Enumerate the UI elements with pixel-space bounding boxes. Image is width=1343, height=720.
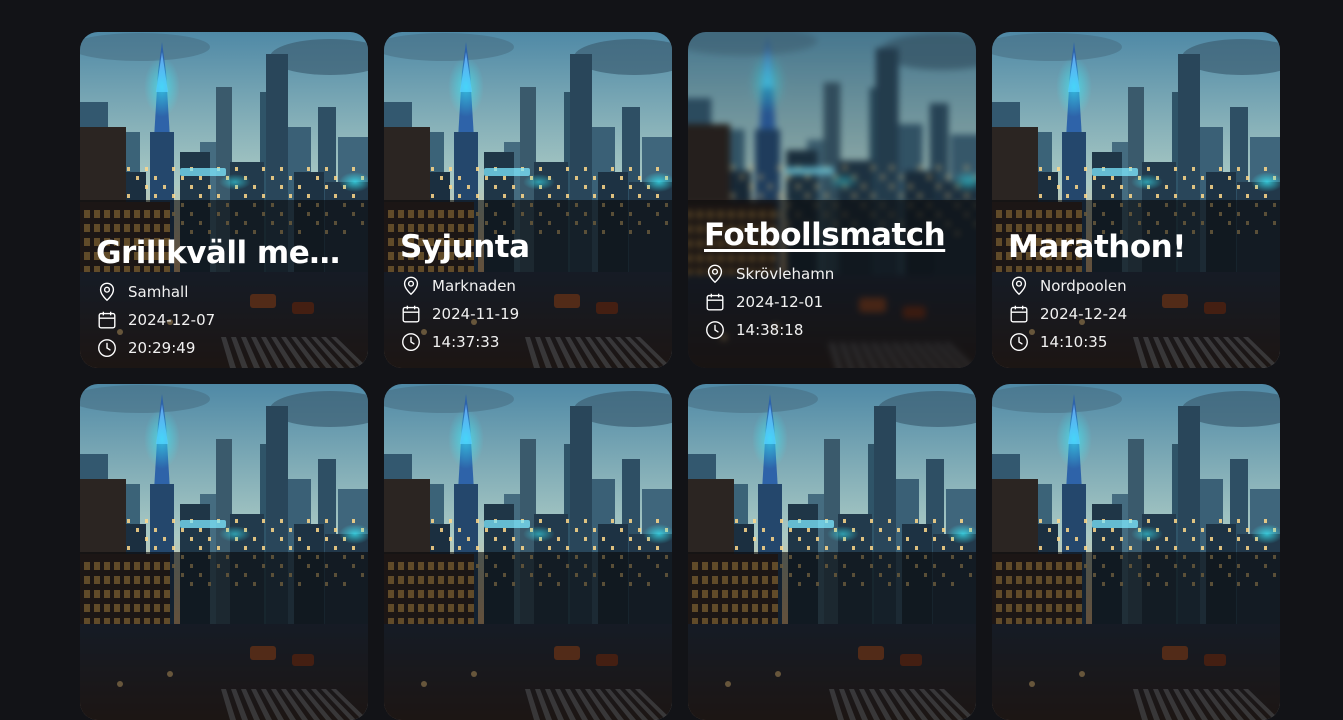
clock-icon — [1010, 333, 1028, 351]
event-time: 14:37:33 — [400, 328, 656, 356]
event-card[interactable] — [688, 384, 976, 720]
event-date: 2024-11-19 — [400, 300, 656, 328]
event-card[interactable] — [384, 384, 672, 720]
event-location: Marknaden — [400, 272, 656, 300]
event-date-text: 2024-12-07 — [128, 311, 216, 329]
event-time-text: 20:29:49 — [128, 339, 196, 357]
event-card[interactable] — [80, 384, 368, 720]
event-time: 14:38:18 — [704, 316, 960, 344]
calendar-icon — [98, 311, 116, 329]
event-card-overlay — [80, 552, 368, 720]
event-time-text: 14:10:35 — [1040, 333, 1108, 351]
event-date-text: 2024-11-19 — [432, 305, 520, 323]
event-title[interactable]: Fotbollsmatch — [704, 216, 960, 254]
event-time: 14:10:35 — [1008, 328, 1264, 356]
event-grid: Grillkväll med G... Samhall 2024-12-07 20:2… — [80, 32, 1280, 720]
event-info: Syjunta Marknaden 2024-11-19 14:37:33 — [400, 228, 656, 356]
event-location-text: Nordpoolen — [1040, 277, 1127, 295]
event-location-text: Skrövlehamn — [736, 265, 835, 283]
clock-icon — [706, 321, 724, 339]
event-card[interactable] — [992, 384, 1280, 720]
event-card[interactable]: Fotbollsmatch Skrövlehamn 2024-12-01 14:38:… — [688, 32, 976, 368]
clock-icon — [98, 339, 116, 357]
event-card[interactable]: Syjunta Marknaden 2024-11-19 14:37:33 — [384, 32, 672, 368]
event-location-text: Samhall — [128, 283, 189, 301]
map-pin-icon — [403, 276, 419, 296]
map-pin-icon — [707, 264, 723, 284]
map-pin-icon — [1011, 276, 1027, 296]
event-title[interactable]: Grillkväll med G... — [96, 234, 352, 272]
event-location: Skrövlehamn — [704, 260, 960, 288]
event-date-text: 2024-12-01 — [736, 293, 824, 311]
event-card-overlay — [688, 552, 976, 720]
map-pin-icon — [99, 282, 115, 302]
event-date: 2024-12-01 — [704, 288, 960, 316]
event-time-text: 14:37:33 — [432, 333, 500, 351]
event-location-text: Marknaden — [432, 277, 516, 295]
event-info: Fotbollsmatch Skrövlehamn 2024-12-01 14:38:… — [704, 216, 960, 344]
event-date: 2024-12-24 — [1008, 300, 1264, 328]
event-location: Nordpoolen — [1008, 272, 1264, 300]
calendar-icon — [402, 305, 420, 323]
event-card-overlay — [384, 552, 672, 720]
event-time: 20:29:49 — [96, 334, 352, 362]
event-info: Grillkväll med G... Samhall 2024-12-07 20:2… — [96, 234, 352, 362]
clock-icon — [402, 333, 420, 351]
event-date: 2024-12-07 — [96, 306, 352, 334]
calendar-icon — [706, 293, 724, 311]
event-card[interactable]: Grillkväll med G... Samhall 2024-12-07 20:2… — [80, 32, 368, 368]
event-title[interactable]: Marathon! — [1008, 228, 1264, 266]
event-title[interactable]: Syjunta — [400, 228, 656, 266]
event-card-overlay — [992, 552, 1280, 720]
event-date-text: 2024-12-24 — [1040, 305, 1128, 323]
event-time-text: 14:38:18 — [736, 321, 804, 339]
calendar-icon — [1010, 305, 1028, 323]
event-location: Samhall — [96, 278, 352, 306]
event-card[interactable]: Marathon! Nordpoolen 2024-12-24 14:10:35 — [992, 32, 1280, 368]
event-info: Marathon! Nordpoolen 2024-12-24 14:10:35 — [1008, 228, 1264, 356]
